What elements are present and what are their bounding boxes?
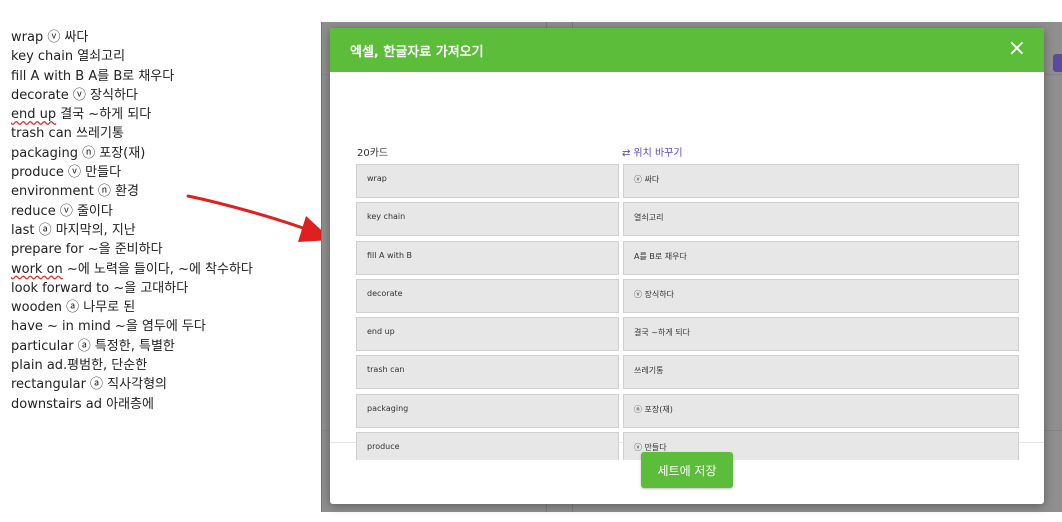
background-badge [1053,54,1062,72]
word-line: produce ⓥ 만들다 [11,165,122,181]
card-row: wrap ⓥ 싸다 [356,164,1020,198]
word-line: fill A with B A를 B로 채우다 [11,68,175,84]
card-row: trash can 쓰레기통 [356,355,1020,390]
card-row: key chain 열쇠고리 [356,202,1020,237]
modal-header: 엑셀, 한글자료 가져오기 × [330,28,1044,72]
definition-field[interactable]: 결국 ~하게 되다 [623,317,1019,352]
definition-field[interactable]: ⓥ 장식하다 [623,278,1019,313]
word-line: downstairs ad 아래층에 [11,396,154,412]
word-line: wooden ⓐ 나무로 된 [11,300,136,316]
word-line: key chain 열쇠고리 [11,49,126,65]
card-row: fill A with B A를 B로 채우다 [356,240,1020,275]
word-line: wrap ⓥ 싸다 [11,30,89,45]
definition-field[interactable]: A를 B로 채우다 [623,240,1019,275]
card-list[interactable]: wrap ⓥ 싸다 key chain 열쇠고리 fill A with B A… [356,164,1020,460]
term-field[interactable]: trash can [356,355,619,390]
swap-label: 위치 바꾸기 [633,148,683,159]
word-line: plain ad.평범한, 단순한 [11,358,148,374]
definition-field[interactable]: 열쇠고리 [623,202,1019,237]
word-line: packaging ⓝ 포장(재) [11,145,146,161]
word-line: look forward to ~을 고대하다 [11,280,189,296]
term-field[interactable]: wrap [356,164,619,198]
spellcheck-underline: end up [11,107,57,123]
definition-field[interactable]: 쓰레기통 [623,355,1019,390]
modal-footer: 세트에 저장 [330,443,1044,504]
term-field[interactable]: end up [356,317,619,352]
save-to-set-button[interactable]: 세트에 저장 [641,452,733,488]
swap-arrows-icon: ⇄ [622,148,631,159]
definition-field[interactable]: ⓝ 포장(재) [623,393,1019,428]
word-line: rectangular ⓐ 직사각형의 [11,377,167,393]
word-line: trash can 쓰레기통 [11,126,124,142]
modal-title: 엑셀, 한글자료 가져오기 [350,45,484,60]
spellcheck-underline: work on [11,261,63,277]
word-line: particular ⓐ 특정한, 특별한 [11,338,175,354]
term-field[interactable]: fill A with B [356,240,619,275]
term-field[interactable]: key chain [356,202,619,237]
red-arrow-icon [186,194,332,242]
word-line: work on ~에 노력을 들이다, ~에 착수하다 [11,261,253,277]
card-row: decorate ⓥ 장식하다 [356,278,1020,313]
word-line: decorate ⓥ 장식하다 [11,87,138,103]
word-line: have ~ in mind ~을 염두에 두다 [11,319,206,335]
word-line: end up 결국 ~하게 되다 [11,107,152,123]
definition-field[interactable]: ⓥ 싸다 [623,164,1019,198]
close-icon[interactable]: × [1008,37,1026,61]
card-row: end up 결국 ~하게 되다 [356,317,1020,352]
card-row: packaging ⓝ 포장(재) [356,393,1020,428]
modal-body: 20카드 ⇄ 위치 바꾸기 wrap ⓥ 싸다 key chain 열쇠고리 fi… [330,72,1044,460]
card-count-label: 20카드 [357,148,389,159]
term-field[interactable]: packaging [356,393,619,428]
term-field[interactable]: decorate [356,278,619,313]
swap-position-link[interactable]: ⇄ 위치 바꾸기 [622,144,683,159]
import-modal: 엑셀, 한글자료 가져오기 × 20카드 ⇄ 위치 바꾸기 wrap ⓥ 싸다 k… [330,28,1044,504]
